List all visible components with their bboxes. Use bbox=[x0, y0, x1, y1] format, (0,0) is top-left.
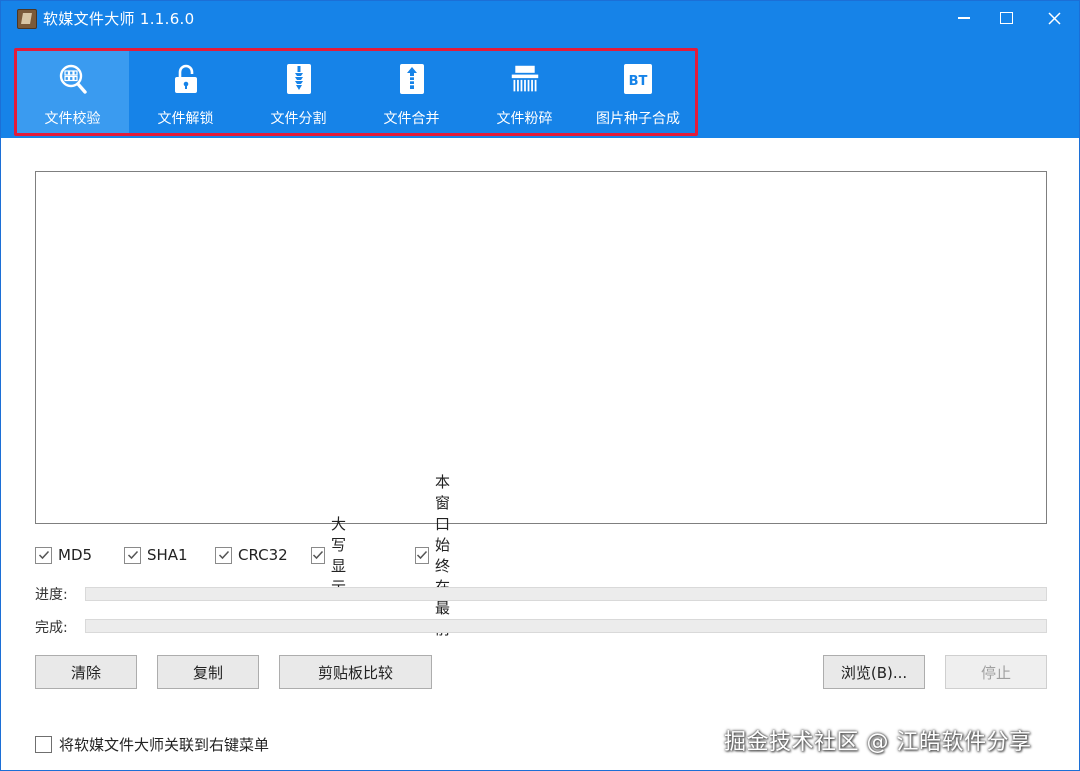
checkmark-icon bbox=[312, 550, 324, 560]
checkbox-box bbox=[124, 546, 141, 564]
md5-checkbox[interactable]: MD5 bbox=[35, 544, 92, 566]
crc32-label: CRC32 bbox=[238, 546, 288, 564]
crc32-checkbox[interactable]: CRC32 bbox=[215, 544, 288, 566]
checkmark-icon bbox=[127, 550, 138, 560]
checkbox-box bbox=[311, 546, 325, 564]
clipboard-compare-button[interactable]: 剪贴板比较 bbox=[279, 655, 432, 689]
sha1-label: SHA1 bbox=[147, 546, 188, 564]
uppercase-checkbox[interactable]: 大写显示 bbox=[311, 515, 349, 596]
toolbar-highlight-frame bbox=[14, 48, 698, 136]
close-icon bbox=[1047, 11, 1061, 25]
checkmark-icon bbox=[38, 550, 49, 560]
progress-label: 进度: bbox=[35, 587, 68, 603]
window-title: 软媒文件大师 1.1.6.0 bbox=[43, 10, 195, 28]
maximize-button[interactable] bbox=[983, 1, 1029, 35]
copy-button[interactable]: 复制 bbox=[157, 655, 259, 689]
context-menu-label: 将软媒文件大师关联到右键菜单 bbox=[59, 735, 270, 754]
checkmark-icon bbox=[416, 550, 428, 560]
checkbox-box bbox=[35, 546, 52, 564]
progress-bar bbox=[85, 587, 1047, 601]
minimize-icon bbox=[958, 17, 970, 19]
minimize-button[interactable] bbox=[941, 1, 987, 35]
context-menu-checkbox[interactable]: 将软媒文件大师关联到右键菜单 bbox=[35, 733, 269, 755]
sha1-checkbox[interactable]: SHA1 bbox=[124, 544, 188, 566]
checkmark-icon bbox=[218, 550, 229, 560]
always-on-top-label: 本窗口始终在最前 bbox=[435, 473, 451, 638]
uppercase-label: 大写显示 bbox=[331, 515, 347, 596]
always-on-top-checkbox[interactable]: 本窗口始终在最前 bbox=[415, 473, 453, 638]
checkbox-box bbox=[215, 546, 232, 564]
maximize-icon bbox=[999, 12, 1013, 24]
md5-label: MD5 bbox=[58, 546, 93, 564]
checkbox-box bbox=[35, 735, 52, 753]
watermark-text: 掘金技术社区 @ 江皓软件分享 bbox=[724, 730, 1032, 755]
hash-output-textarea[interactable] bbox=[35, 171, 1047, 524]
app-window: 软媒文件大师 1.1.6.0 文件校验 文件解锁 文件分割 文件合并 文件粉碎 … bbox=[0, 0, 1080, 771]
clear-button[interactable]: 清除 bbox=[35, 655, 137, 689]
app-logo-icon bbox=[17, 9, 37, 29]
stop-button[interactable]: 停止 bbox=[945, 655, 1047, 689]
complete-label: 完成: bbox=[35, 620, 68, 636]
checkbox-box bbox=[415, 546, 429, 564]
browse-button[interactable]: 浏览(B)... bbox=[823, 655, 925, 689]
close-button[interactable] bbox=[1031, 1, 1077, 35]
title-bar: 软媒文件大师 1.1.6.0 文件校验 文件解锁 文件分割 文件合并 文件粉碎 … bbox=[1, 1, 1079, 138]
complete-bar bbox=[85, 619, 1047, 633]
